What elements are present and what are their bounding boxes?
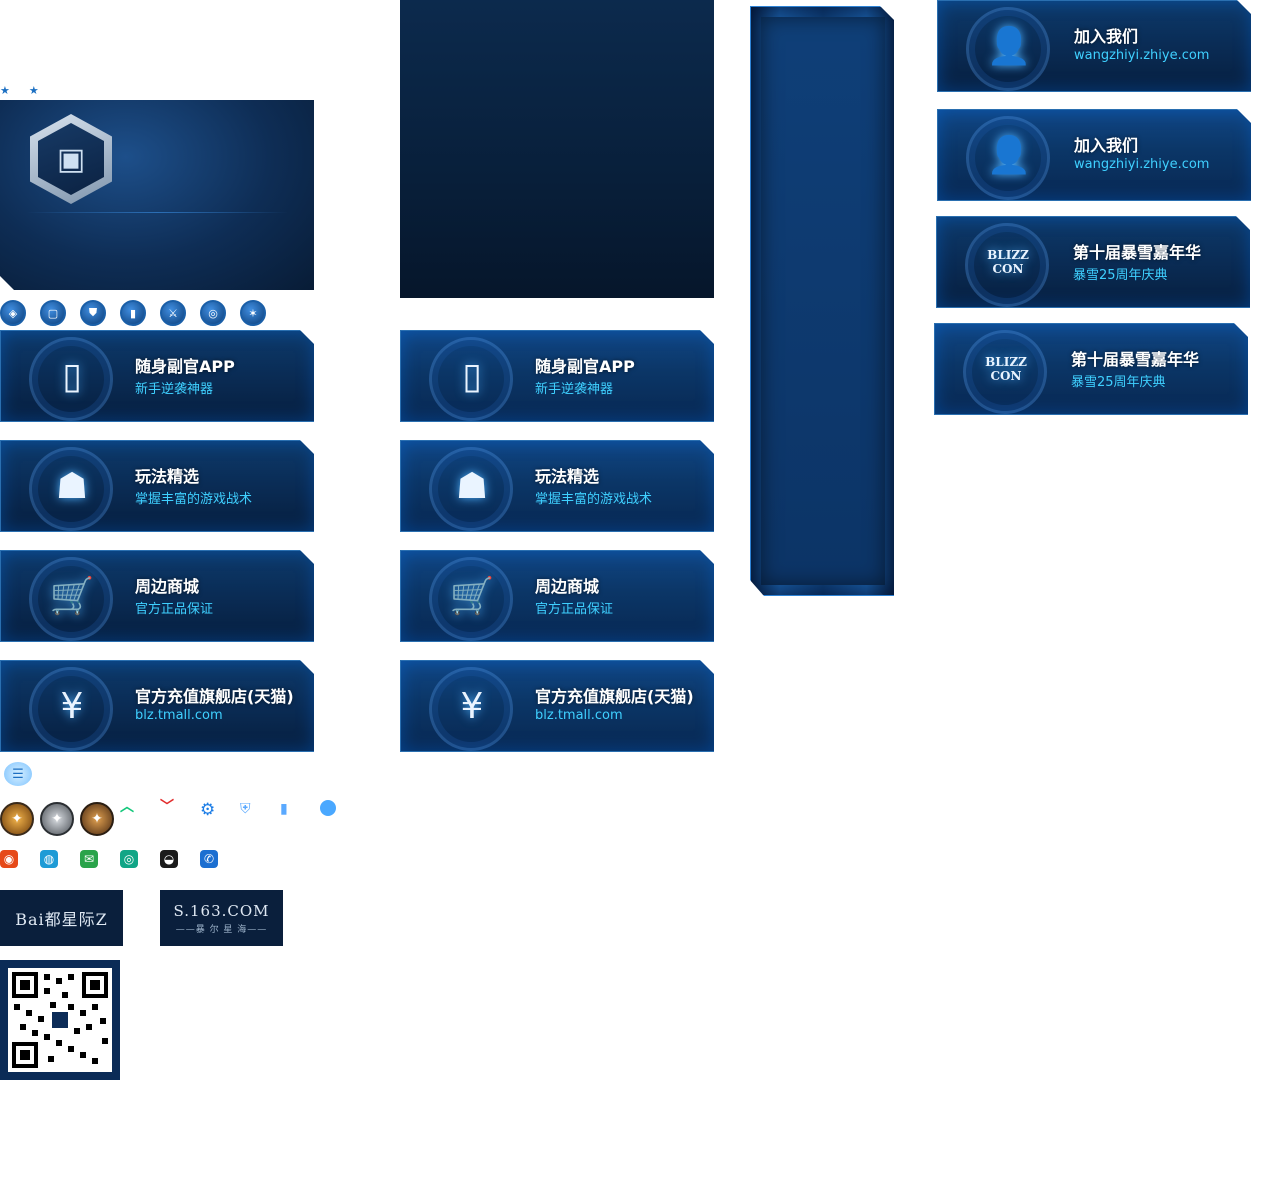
card-subtitle: 掌握丰富的游戏战术 [535, 492, 653, 507]
baidu-starcraft-logo[interactable]: Bai都星际Z [0, 890, 123, 946]
nav-icon-4[interactable]: ▮ [120, 300, 146, 326]
card-subtitle: 掌握丰富的游戏战术 [135, 492, 253, 507]
silver-rank-badge-icon: ✦ [40, 802, 74, 836]
arrow-down-icon[interactable]: ﹀ [160, 796, 174, 816]
yen-recharge-icon: ¥ [460, 685, 484, 727]
s163-logo-text: S.163.COM [173, 901, 270, 920]
gold-rank-badge-icon: ✦ [0, 802, 34, 836]
blizzcon-icon: BLIZZ CON [985, 355, 1027, 383]
blizzcon-icon: BLIZZ CON [987, 248, 1029, 276]
bookmark-icon: ▮ [280, 800, 288, 816]
phone-icon[interactable]: ✆ [200, 850, 218, 868]
card-left-3[interactable]: 🛒 周边商城官方正品保证 [0, 550, 314, 642]
qq-icon[interactable]: ◒ [160, 850, 178, 868]
globe-icon [320, 800, 336, 816]
robot-soldier-icon: ☗ [455, 465, 489, 507]
nav-icon-3[interactable]: ⛊ [80, 300, 106, 326]
bronze-rank-badge-icon: ✦ [80, 802, 114, 836]
green-service-icon[interactable]: ◎ [120, 850, 138, 868]
s163-logo-sub: ——暴 尔 星 海—— [175, 924, 268, 935]
card-subtitle: blz.tmall.com [135, 708, 223, 723]
card-mid-4[interactable]: ¥ 官方充值旗舰店(天猫) blz.tmall.com [400, 660, 714, 752]
dark-panel [400, 0, 714, 298]
card-subtitle: blz.tmall.com [535, 708, 623, 723]
card-title: 随身副官APP [135, 357, 235, 376]
shield-icon: ⛨ [240, 800, 251, 816]
card-subtitle: 新手逆袭神器 [535, 382, 614, 397]
chat-bubble-icon[interactable]: ☰ [4, 762, 32, 786]
card-title: 第十届暴雪嘉年华 [1071, 350, 1200, 369]
card-subtitle: 新手逆袭神器 [135, 382, 214, 397]
nav-icon-6[interactable]: ◎ [200, 300, 226, 326]
card-column-right-4[interactable]: BLIZZ CON 第十届暴雪嘉年华暴雪25周年庆典 [934, 323, 1248, 415]
card-column-right-2[interactable]: 👤 加入我们 wangzhiyi.zhiye.com [937, 109, 1251, 201]
card-title: 第十届暴雪嘉年华 [1073, 243, 1202, 262]
douban-icon[interactable]: ◍ [40, 850, 58, 868]
card-left-1[interactable]: ▯ 随身副官APP 新手逆袭神器 [0, 330, 314, 422]
qr-code-frame [0, 960, 120, 1080]
nav-icon-7[interactable]: ✶ [240, 300, 266, 326]
shopping-cart-icon: 🛒 [49, 576, 95, 617]
card-title: 玩法精选 [535, 467, 600, 486]
card-subtitle: wangzhiyi.zhiye.com [1074, 157, 1210, 172]
tall-side-panel [750, 6, 894, 596]
s163-logo[interactable]: S.163.COM ——暴 尔 星 海—— [160, 890, 283, 946]
card-title: 加入我们 [1074, 27, 1139, 46]
card-title: 玩法精选 [135, 467, 200, 486]
card-subtitle: 暴雪25周年庆典 [1073, 268, 1168, 283]
card-title: 随身副官APP [535, 357, 635, 376]
card-mid-3[interactable]: 🛒 周边商城官方正品保证 [400, 550, 714, 642]
phone-app-icon: ▯ [462, 355, 482, 397]
card-column-right-1[interactable]: 👤 加入我们 wangzhiyi.zhiye.com [937, 0, 1251, 92]
nav-icon-1[interactable]: ◈ [0, 300, 26, 326]
weibo-icon[interactable]: ◉ [0, 850, 18, 868]
card-title: 官方充值旗舰店(天猫) [535, 687, 694, 706]
yen-recharge-icon: ¥ [60, 685, 84, 727]
join-us-icon: 👤 [986, 135, 1032, 176]
nav-icon-5[interactable]: ⚔ [160, 300, 186, 326]
qr-code [8, 968, 112, 1072]
card-mid-1[interactable]: ▯ 随身副官APP 新手逆袭神器 [400, 330, 714, 422]
card-subtitle: 官方正品保证 [135, 602, 214, 617]
nav-icon-2[interactable]: ▢ [40, 300, 66, 326]
card-subtitle: 官方正品保证 [535, 602, 614, 617]
gear-icon[interactable]: ⚙ [200, 800, 215, 820]
card-column-right-3[interactable]: BLIZZ CON 第十届暴雪嘉年华暴雪25周年庆典 [936, 216, 1250, 308]
card-title: 加入我们 [1074, 136, 1139, 155]
card-subtitle: 暴雪25周年庆典 [1071, 375, 1166, 390]
robot-soldier-icon: ☗ [55, 465, 89, 507]
join-us-icon: 👤 [986, 26, 1032, 67]
card-title: 周边商城 [535, 577, 600, 596]
arrow-up-icon[interactable]: ︿ [120, 796, 134, 816]
rating-stars: ★ ★ [0, 85, 47, 97]
card-title: 周边商城 [135, 577, 200, 596]
shopping-cart-icon: 🛒 [449, 576, 495, 617]
arcade-feature-card[interactable]: ▣ [0, 100, 314, 290]
card-subtitle: wangzhiyi.zhiye.com [1074, 48, 1210, 63]
divider [26, 212, 288, 213]
phone-app-icon: ▯ [62, 355, 82, 397]
card-mid-2[interactable]: ☗ 玩法精选掌握丰富的游戏战术 [400, 440, 714, 532]
card-title: 官方充值旗舰店(天猫) [135, 687, 294, 706]
wechat-icon[interactable]: ✉ [80, 850, 98, 868]
card-left-2[interactable]: ☗ 玩法精选掌握丰富的游戏战术 [0, 440, 314, 532]
card-left-4[interactable]: ¥ 官方充值旗舰店(天猫) blz.tmall.com [0, 660, 314, 752]
